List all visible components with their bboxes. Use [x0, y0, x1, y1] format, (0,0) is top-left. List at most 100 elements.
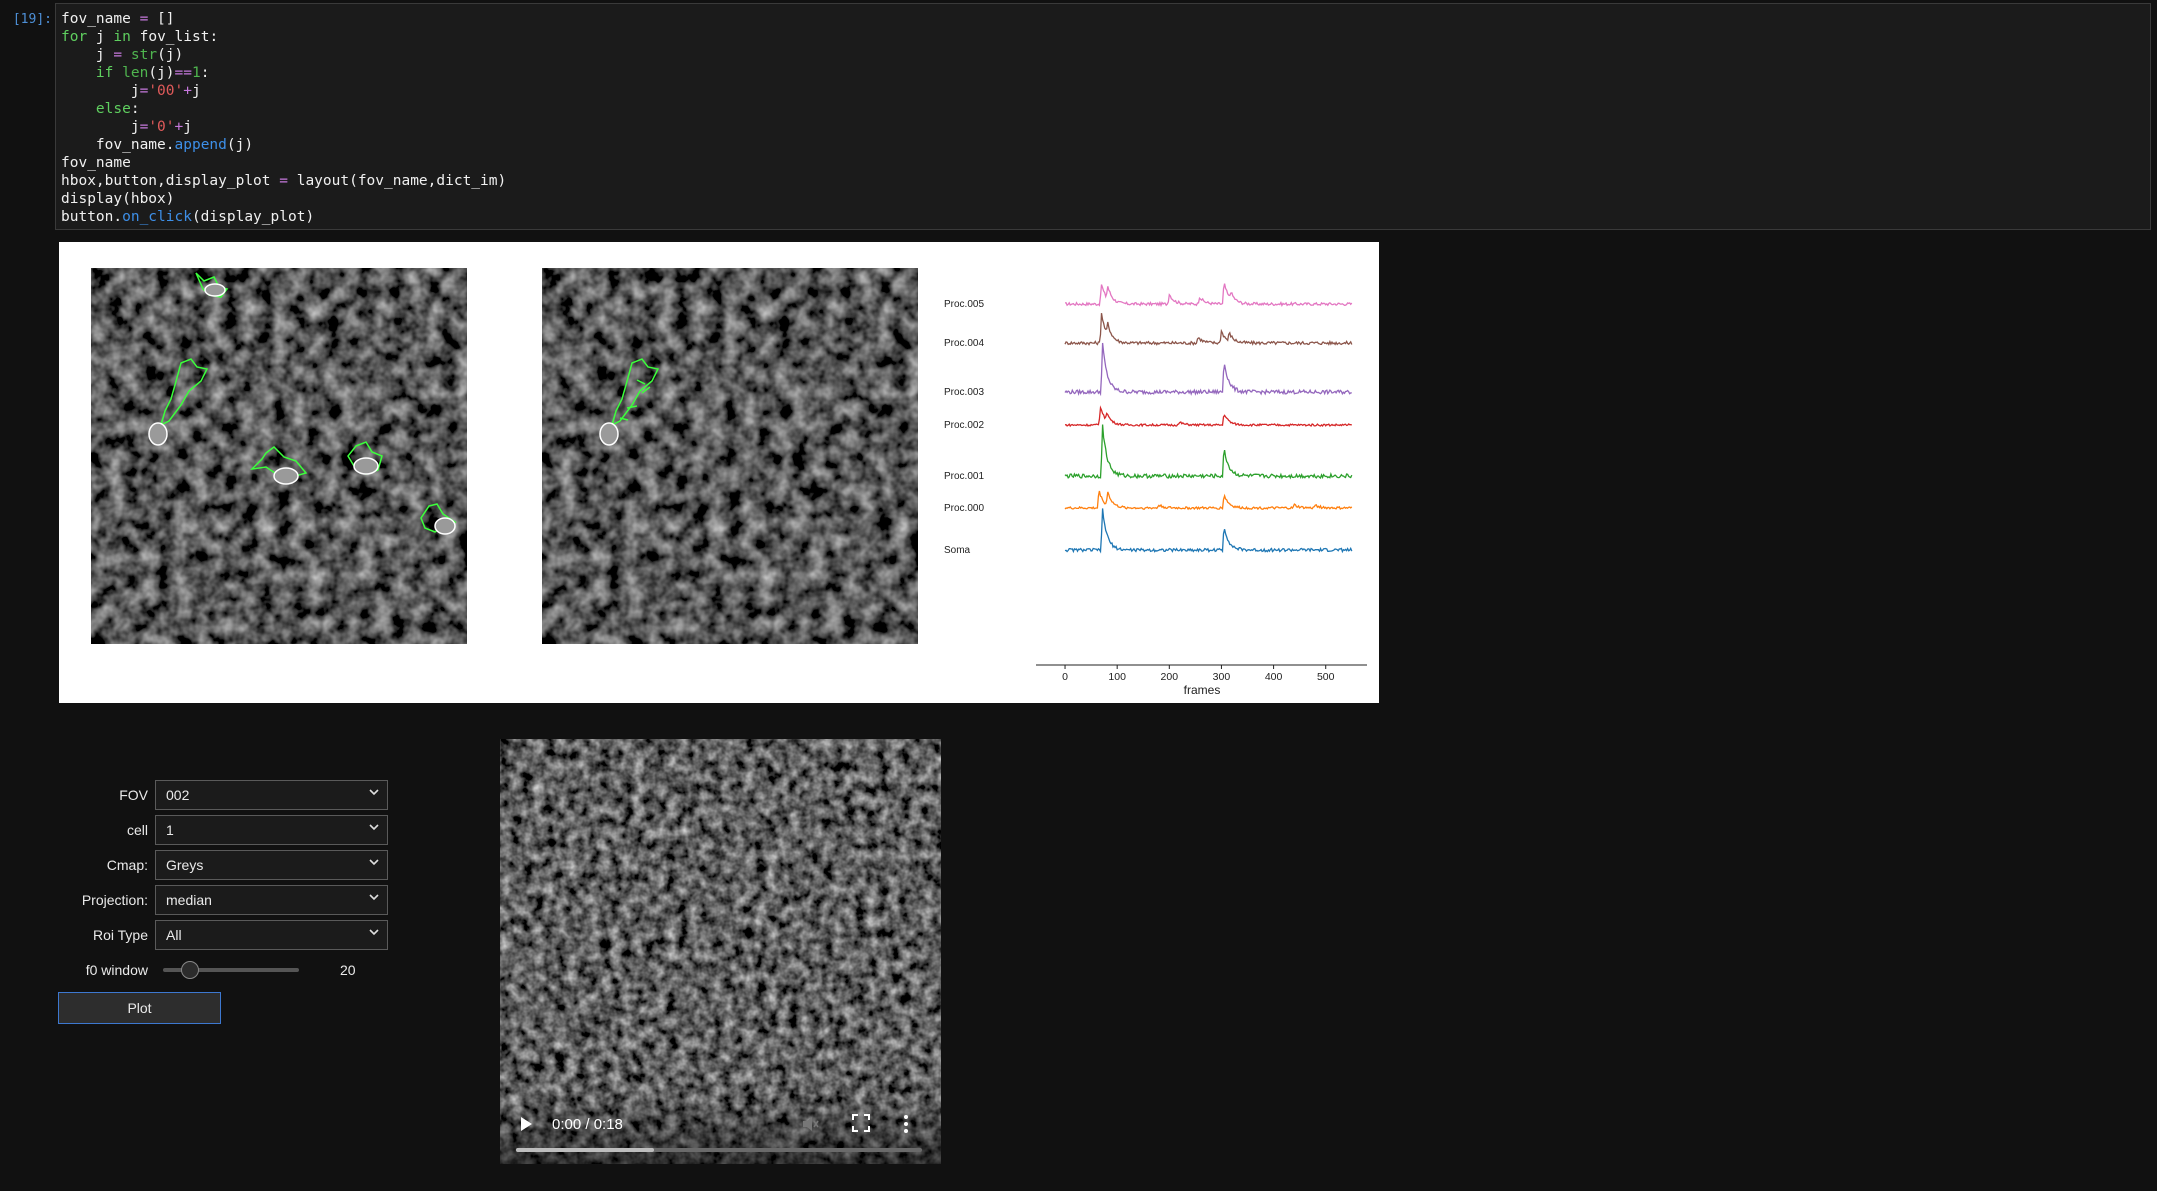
video-progress-bar[interactable]: [516, 1148, 922, 1152]
code-token: =: [113, 47, 123, 63]
code-token: fov_name.: [61, 137, 175, 153]
code-line: fov_name = []: [61, 10, 506, 28]
series-label: Proc.003: [944, 387, 984, 398]
chevron-down-icon: [369, 859, 379, 866]
chevron-down-icon: [369, 789, 379, 796]
fullscreen-icon[interactable]: [852, 1114, 870, 1132]
cell-value: 1: [166, 822, 174, 838]
x-tick-label: 100: [1108, 671, 1126, 683]
code-token: '0': [148, 119, 175, 135]
code-line: j='00'+j: [61, 82, 506, 100]
code-line: display(hbox): [61, 190, 506, 208]
trace-line: [1064, 283, 1353, 308]
code-token: j: [87, 29, 114, 45]
x-tick-label: 400: [1265, 671, 1283, 683]
series-label: Proc.004: [944, 338, 984, 349]
f0-window-label: f0 window: [85, 962, 148, 978]
series-label: Proc.005: [944, 299, 984, 310]
code-token: (j): [226, 137, 254, 153]
code-token: append: [174, 137, 227, 153]
fov-image-all-rois: [91, 268, 467, 644]
chevron-down-icon: [369, 894, 379, 901]
play-icon[interactable]: [518, 1116, 534, 1132]
trace-line: [1064, 405, 1353, 428]
video-buffered: [516, 1148, 655, 1152]
code-token: 1: [192, 65, 201, 81]
roi-type-row: Roi Type All: [58, 920, 398, 950]
chevron-down-icon: [369, 929, 379, 936]
fov-label: FOV: [119, 787, 148, 803]
volume-muted-icon[interactable]: [800, 1114, 820, 1134]
code-token: :: [200, 65, 210, 81]
fov-image-selected-cell: [542, 268, 918, 644]
trace-line: [1064, 490, 1353, 511]
video-time: 0:00 / 0:18: [552, 1116, 623, 1133]
projection-label: Projection:: [81, 892, 148, 908]
cmap-dropdown[interactable]: Greys: [155, 850, 388, 880]
cell-dropdown[interactable]: 1: [155, 815, 388, 845]
code-token: =: [139, 83, 149, 99]
roi-type-label: Roi Type: [93, 927, 148, 943]
cell-prompt: [19]:: [12, 12, 52, 27]
trace-line: [1064, 342, 1352, 397]
output-figure: Proc.005 Proc.004 Proc.003 Proc.002 Proc.001…: [59, 242, 1379, 703]
f0-window-slider-handle[interactable]: [181, 961, 200, 979]
code-token: (display_plot): [191, 209, 315, 225]
cell-label: cell: [126, 822, 148, 838]
fov-dropdown[interactable]: 002: [155, 780, 388, 810]
video-player[interactable]: 0:00 / 0:18: [500, 739, 941, 1164]
x-tick-label: 500: [1317, 671, 1335, 683]
code-token: j: [61, 83, 140, 99]
series-label: Proc.001: [944, 471, 984, 482]
code-token: :: [130, 101, 140, 117]
code-token: (j): [148, 65, 175, 81]
projection-row: Projection: median: [58, 885, 398, 915]
projection-dropdown[interactable]: median: [155, 885, 388, 915]
code-line: j='0'+j: [61, 118, 506, 136]
code-token: =: [139, 11, 149, 27]
roi-type-value: All: [166, 927, 182, 943]
code-token: len: [122, 65, 149, 81]
code-token: +: [183, 83, 192, 99]
code-token: layout(fov_name,dict_im): [287, 173, 507, 189]
cmap-row: Cmap: Greys: [58, 850, 398, 880]
cmap-label: Cmap:: [106, 857, 148, 873]
code-line: hbox,button,display_plot = layout(fov_na…: [61, 172, 506, 190]
trace-line: [1064, 424, 1353, 480]
plot-button[interactable]: Plot: [58, 992, 221, 1024]
code-token: display(hbox): [61, 191, 175, 207]
code-token: else: [95, 101, 131, 117]
code-cell[interactable]: fov_name = [] for j in fov_list: j = str(…: [55, 3, 2151, 230]
code-token: hbox,button,display_plot: [61, 173, 280, 189]
code-token: on_click: [122, 209, 192, 225]
code-token: =: [279, 173, 288, 189]
code-token: +: [174, 119, 184, 135]
series-label: Proc.002: [944, 420, 984, 431]
fov-row: FOV 002: [58, 780, 398, 810]
f0-window-value: 20: [340, 962, 356, 978]
trace-line: [1064, 312, 1353, 346]
code-token: ==: [174, 65, 192, 81]
code-token: =: [139, 119, 149, 135]
code-token: []: [148, 11, 175, 27]
roi-type-dropdown[interactable]: All: [155, 920, 388, 950]
code-editor[interactable]: fov_name = [] for j in fov_list: j = str(…: [61, 10, 506, 226]
cell-row: cell 1: [58, 815, 398, 845]
traces-chart: Proc.005 Proc.004 Proc.003 Proc.002 Proc.001…: [944, 283, 1367, 697]
code-token: for: [61, 29, 88, 45]
x-axis-label: frames: [1184, 683, 1221, 697]
code-line: button.on_click(display_plot): [61, 208, 506, 226]
code-line: for j in fov_list:: [61, 28, 506, 46]
code-line: fov_name.append(j): [61, 136, 506, 154]
cmap-value: Greys: [166, 857, 204, 873]
more-vert-icon[interactable]: [903, 1114, 909, 1134]
x-tick-label: 0: [1062, 671, 1068, 683]
code-token: j: [183, 119, 192, 135]
chevron-down-icon: [369, 824, 379, 831]
code-token: if: [95, 65, 114, 81]
code-line: else:: [61, 100, 506, 118]
